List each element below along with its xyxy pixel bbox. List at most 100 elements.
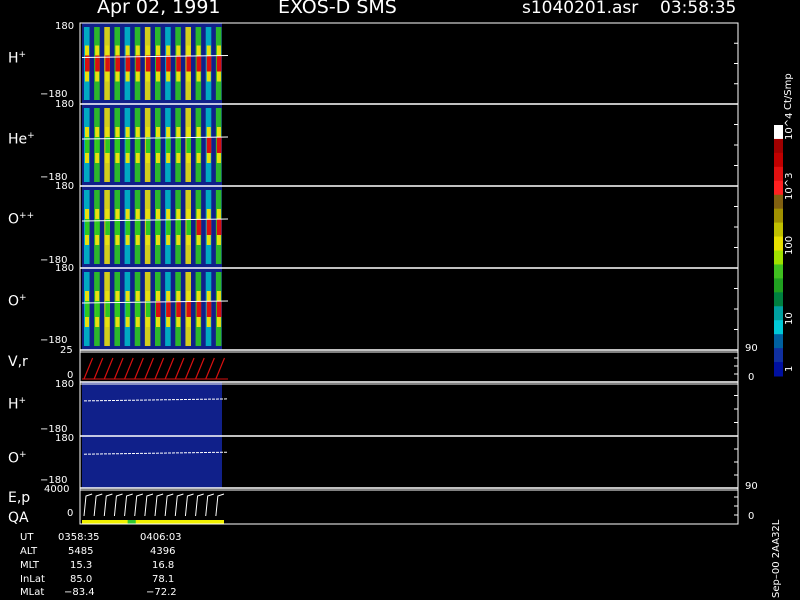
spin-peak: [125, 219, 131, 235]
qa-bar: [82, 520, 224, 524]
footer-label-mlt: MLT: [20, 560, 39, 571]
p8-ytop: 4000: [44, 484, 70, 495]
spin-peak: [196, 137, 202, 153]
spin-peak: [176, 219, 181, 235]
colorbar-segment: [774, 180, 783, 196]
panel3-label: O++: [8, 211, 35, 228]
spin-peak: [125, 301, 131, 317]
colorbar-tick-10: 10: [784, 312, 795, 325]
spin-peak: [135, 301, 141, 317]
spin-peak: [216, 137, 222, 153]
colorbar-segment: [774, 320, 783, 335]
spin-peak: [145, 219, 151, 235]
panel1-label: H+: [8, 50, 27, 67]
footer-label-inlat: InLat: [20, 574, 45, 585]
footer-label-mlat: MLat: [20, 587, 45, 598]
colorbar-segment: [774, 152, 783, 168]
colorbar-segment: [774, 362, 783, 377]
velocity-sawtooth: [83, 357, 226, 380]
spin-peak: [166, 219, 171, 235]
footer-v2-mlt: 16.8: [152, 560, 175, 571]
footer-v2-inlat: 78.1: [152, 574, 175, 585]
panel-fill-6: [82, 382, 222, 436]
footer-v1-ut: 0358:35: [58, 532, 100, 543]
p6-ytop: 180: [55, 379, 75, 390]
spin-peak: [176, 137, 181, 153]
colorbar-segment: [774, 250, 783, 265]
spin-peak: [95, 301, 100, 317]
footer-v2-mlat: −72.2: [146, 587, 177, 598]
spin-peak: [216, 55, 222, 72]
spin-peak: [186, 137, 191, 153]
spin-peak: [135, 137, 141, 153]
spin-peak: [95, 219, 100, 235]
panel7-label: O+: [8, 450, 27, 467]
colorbar-segment: [774, 222, 783, 238]
spin-peak: [156, 55, 161, 72]
p4-ytop: 180: [55, 263, 75, 274]
spectrogram-plot: [79, 22, 783, 525]
colorbar-tick-10000: 10^4: [784, 112, 795, 140]
spin-peak: [135, 55, 141, 72]
spin-peak: [176, 301, 181, 317]
spin-peak: [196, 219, 202, 235]
panel8-label: E,p: [8, 490, 31, 506]
version-label: Sep–00 2AA32L: [771, 519, 782, 598]
p8-ybot: 0: [67, 508, 74, 519]
spin-peak: [216, 301, 222, 317]
spin-peak: [115, 137, 120, 153]
spin-peak: [115, 219, 120, 235]
spin-peak: [125, 55, 131, 72]
panel2-label: He+: [8, 131, 35, 148]
energy-sawtooth: [83, 493, 225, 517]
colorbar-tick-1: 1: [784, 365, 795, 372]
colorbar-segment: [774, 125, 783, 140]
p5-rbot: 0: [748, 372, 755, 383]
spin-peak: [156, 301, 161, 317]
p3-ytop: 180: [55, 181, 75, 192]
colorbar-segment: [774, 348, 783, 363]
p5-ytop: 25: [60, 345, 73, 356]
colorbar-segment: [774, 236, 783, 251]
panel-fill-7: [82, 436, 222, 488]
colorbar-segment: [774, 208, 783, 224]
spin-peak: [135, 219, 141, 235]
colorbar-segment: [774, 292, 783, 307]
spin-peak: [145, 137, 151, 153]
colorbar-segment: [774, 264, 783, 279]
qa-mark: [127, 520, 136, 524]
spin-peak: [196, 55, 202, 72]
spin-peak: [206, 301, 212, 317]
panel4-label: O+: [8, 293, 27, 310]
colorbar-unit: Ct/Smp: [783, 73, 794, 110]
colorbar-segment: [774, 138, 783, 154]
p8-rtop: 90: [745, 481, 758, 492]
spin-peak: [145, 55, 151, 72]
footer-label-ut: UT: [20, 532, 34, 543]
p2-ytop: 180: [55, 99, 75, 110]
footer-label-alt: ALT: [20, 546, 38, 557]
spin-peak: [105, 301, 110, 317]
footer-v1-mlat: −83.4: [64, 587, 95, 598]
panel6-label: H+: [8, 396, 27, 413]
spin-peak: [216, 219, 222, 235]
p7-ytop: 180: [55, 433, 75, 444]
spin-peak: [95, 55, 100, 72]
spin-peak: [176, 55, 181, 72]
colorbar-segment: [774, 166, 783, 182]
spin-peak: [166, 137, 171, 153]
spin-peak: [206, 219, 212, 235]
colorbar-segment: [774, 278, 783, 293]
spin-peak: [186, 219, 191, 235]
spin-peak: [206, 55, 212, 72]
spin-peak: [105, 219, 110, 235]
spin-peak: [95, 137, 100, 153]
colorbar-segment: [774, 334, 783, 349]
spin-peak: [115, 301, 120, 317]
colorbar-tick-1000: 10^3: [784, 172, 795, 200]
footer-v1-inlat: 85.0: [70, 574, 93, 585]
spin-peak: [125, 137, 131, 153]
footer-v1-alt: 5485: [68, 546, 94, 557]
p1-ytop: 180: [55, 21, 75, 32]
spin-peak: [105, 137, 110, 153]
